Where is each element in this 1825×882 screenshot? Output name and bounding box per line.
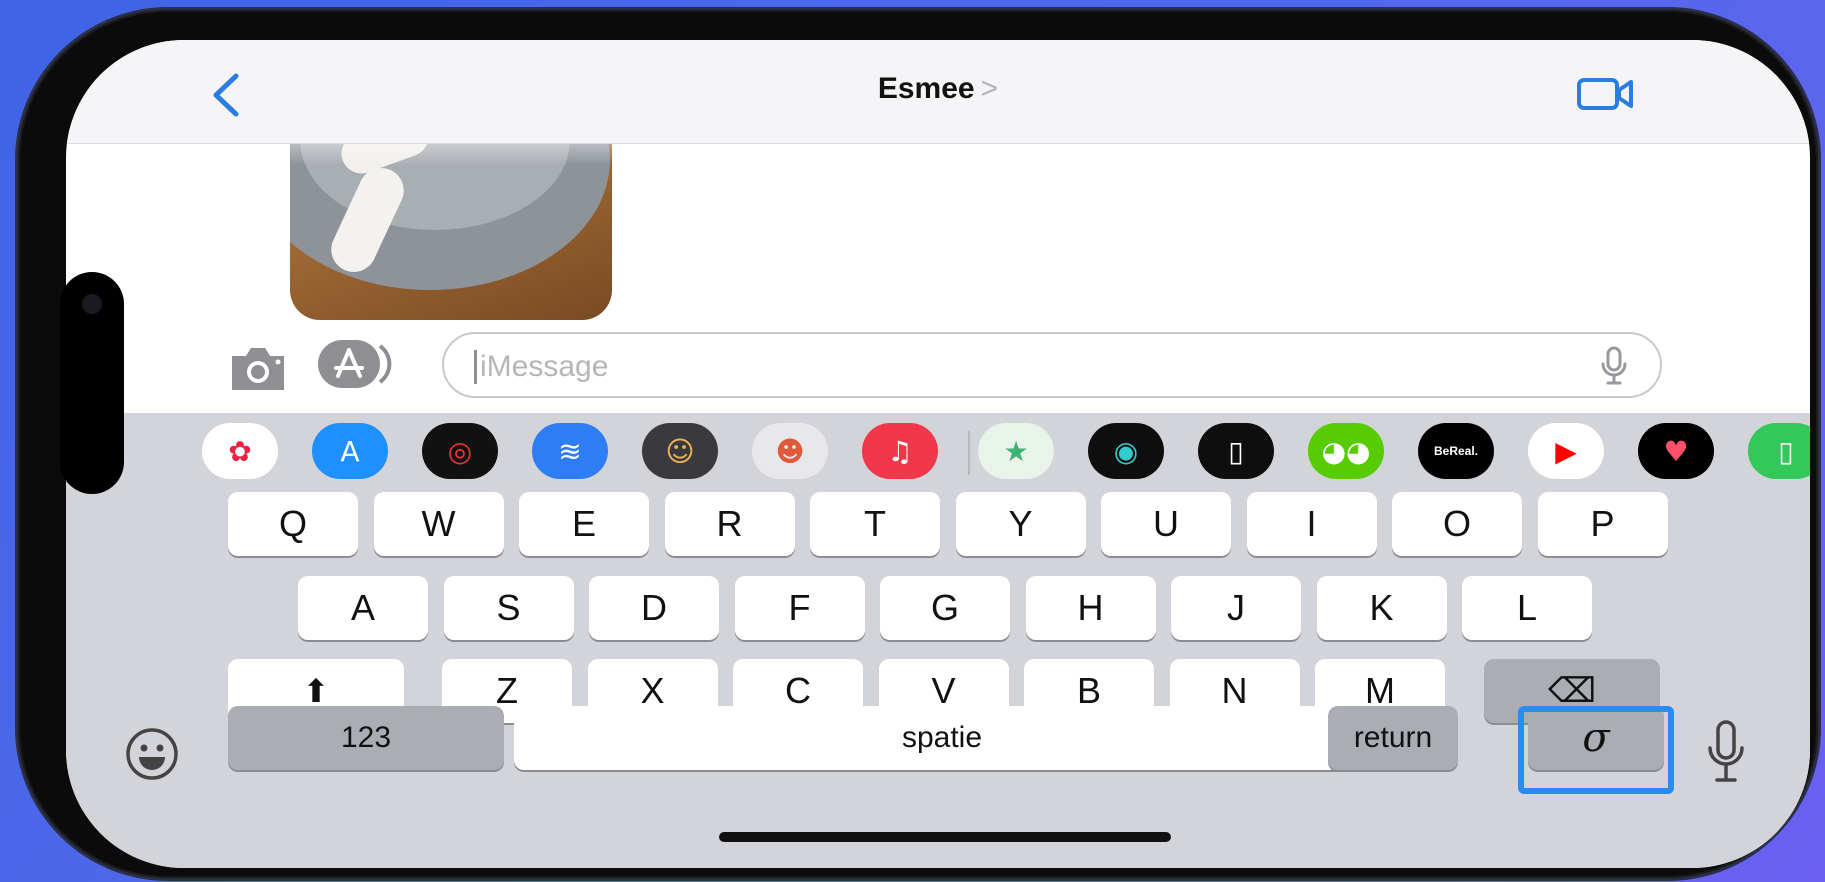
duolingo-app-icon[interactable]: ◕◕ <box>1308 423 1384 479</box>
key-i[interactable]: I <box>1246 492 1377 556</box>
microphone-icon[interactable] <box>1706 718 1746 786</box>
app-store-button-icon[interactable] <box>316 336 392 392</box>
sticker-app-icon[interactable]: ★ <box>978 423 1054 479</box>
emoji-icon[interactable] <box>124 726 180 782</box>
message-input-field[interactable] <box>442 332 1662 398</box>
camera-icon[interactable] <box>226 342 290 394</box>
memoji-stickers-app-icon[interactable]: ☻ <box>752 423 828 479</box>
chevron-right-icon: > <box>980 72 999 105</box>
key-w[interactable]: W <box>373 492 504 556</box>
message-input[interactable] <box>478 344 1562 390</box>
partial-app-icon[interactable]: ▯ <box>1748 423 1810 479</box>
home-indicator <box>719 832 1171 842</box>
key-l[interactable]: L <box>1462 576 1592 640</box>
key-a[interactable]: A <box>298 576 428 640</box>
contact-name-button[interactable]: Esmee > <box>66 72 1810 106</box>
key-d[interactable]: D <box>589 576 719 640</box>
key-u[interactable]: U <box>1101 492 1231 556</box>
camera-cutout <box>60 272 124 494</box>
key-o[interactable]: O <box>1392 492 1522 556</box>
key-g[interactable]: G <box>880 576 1010 640</box>
shift-arrow-icon: ⬆ <box>302 672 330 710</box>
phone-frame: Esmee > iMessage ✿ A ◎ ≋ ☺ ☻ ♫ ★ ◉ ▯ ◕◕ … <box>18 10 1818 878</box>
heart-app-icon[interactable]: ♥ <box>1638 423 1714 479</box>
key-t[interactable]: T <box>810 492 940 556</box>
key-s[interactable]: S <box>443 576 574 640</box>
key-123[interactable]: 123 <box>228 706 504 770</box>
handwriting-icon: σ <box>1582 715 1610 761</box>
audio-messages-app-icon[interactable]: ≋ <box>532 423 608 479</box>
key-space[interactable]: spatie <box>514 706 1370 770</box>
app-store-app-icon[interactable]: A <box>312 423 388 479</box>
key-e[interactable]: E <box>519 492 649 556</box>
messages-screen: Esmee > iMessage ✿ A ◎ ≋ ☺ ☻ ♫ ★ ◉ ▯ ◕◕ … <box>66 40 1810 868</box>
video-call-icon[interactable] <box>1576 74 1636 114</box>
youtube-app-icon[interactable]: ▶ <box>1528 423 1604 479</box>
key-return[interactable]: return <box>1328 706 1458 770</box>
key-f[interactable]: F <box>734 576 865 640</box>
activity-app-icon[interactable]: ◎ <box>422 423 498 479</box>
imessage-app-strip: ✿ A ◎ ≋ ☺ ☻ ♫ ★ ◉ ▯ ◕◕ BeReal. ▶ ♥ ▯ <box>66 413 1810 489</box>
memoji-app-icon[interactable]: ☺ <box>642 423 718 479</box>
key-p[interactable]: P <box>1537 492 1668 556</box>
key-k[interactable]: K <box>1316 576 1447 640</box>
music-app-icon[interactable]: ♫ <box>862 423 938 479</box>
bereal-app-icon[interactable]: BeReal. <box>1418 423 1494 479</box>
key-r[interactable]: R <box>664 492 795 556</box>
key-handwriting[interactable]: σ <box>1528 706 1664 770</box>
front-camera-lens <box>82 294 102 314</box>
dictation-mic-icon[interactable] <box>1600 346 1628 386</box>
delete-backspace-icon: ⌫ <box>1547 671 1597 711</box>
contact-name: Esmee <box>877 72 975 105</box>
key-j[interactable]: J <box>1171 576 1301 640</box>
conversation-header: Esmee > <box>66 40 1810 144</box>
key-h[interactable]: H <box>1025 576 1156 640</box>
key-q[interactable]: Q <box>228 492 358 556</box>
app-strip-divider <box>968 431 970 475</box>
photos-app-icon[interactable]: ✿ <box>202 423 278 479</box>
keyboard: ✿ A ◎ ≋ ☺ ☻ ♫ ★ ◉ ▯ ◕◕ BeReal. ▶ ♥ ▯ <box>66 413 1810 868</box>
find-my-app-icon[interactable]: ◉ <box>1088 423 1164 479</box>
notes-app-icon[interactable]: ▯ <box>1198 423 1274 479</box>
key-y[interactable]: Y <box>955 492 1086 556</box>
